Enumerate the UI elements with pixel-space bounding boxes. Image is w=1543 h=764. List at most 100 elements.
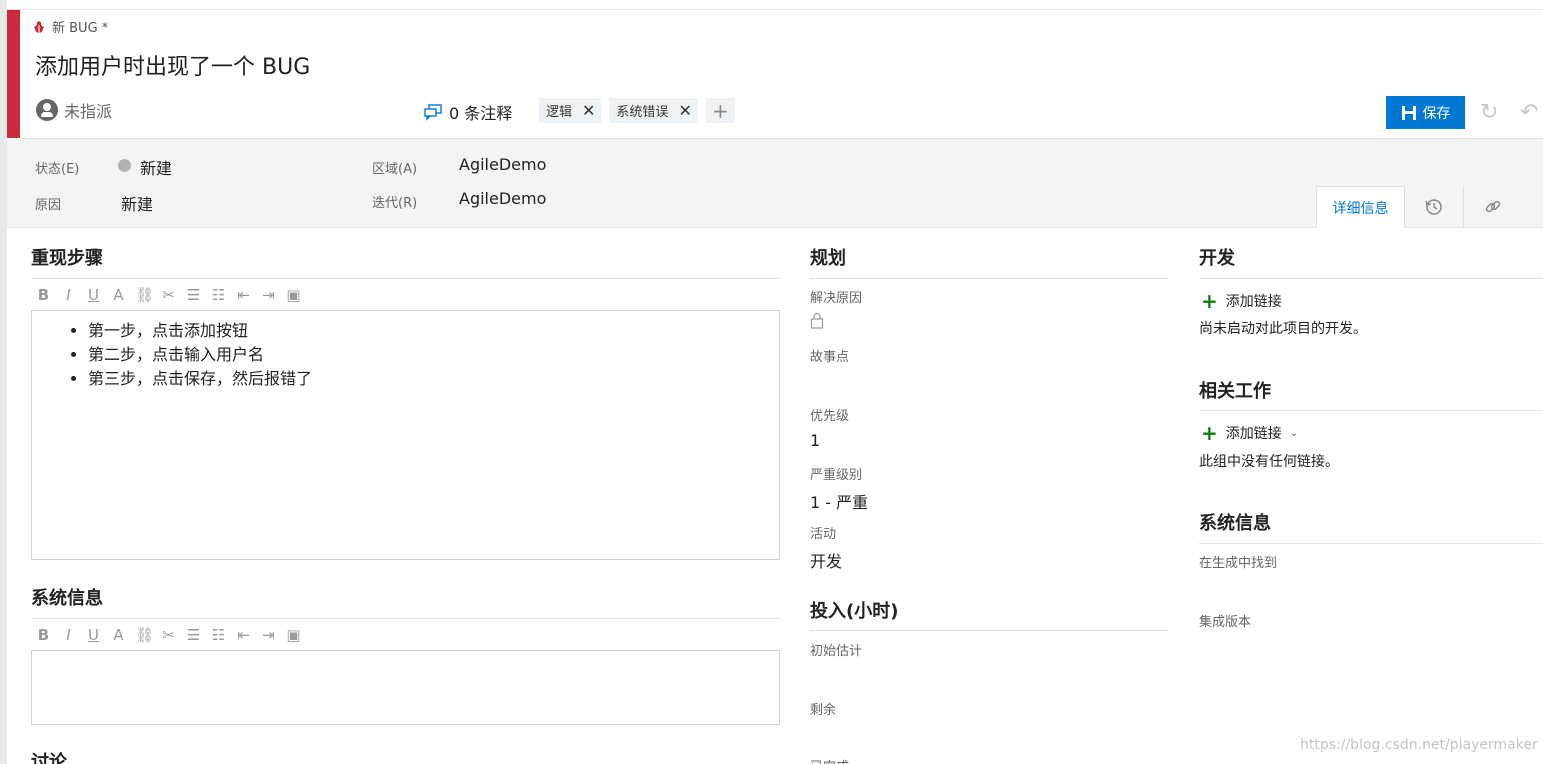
bulleted-list-icon[interactable]: ☰ (185, 626, 202, 644)
repro-steps-list: 第一步，点击添加按钮 第二步，点击输入用户名 第三步，点击保存，然后报错了 (88, 319, 779, 391)
related-work-note: 此组中没有任何链接。 (1199, 454, 1339, 470)
tag-list: 逻辑 ✕ 系统错误 ✕ + (539, 98, 735, 123)
priority-label: 优先级 (810, 409, 850, 424)
outdent-icon[interactable]: ⇤ (235, 286, 252, 304)
bulleted-list-icon[interactable]: ☰ (185, 286, 202, 304)
undo-icon[interactable]: ↶ (1520, 100, 1538, 125)
plus-icon: + (1201, 289, 1218, 313)
divider (31, 618, 780, 619)
repro-steps-heading: 重现步骤 (31, 248, 103, 269)
divider (1199, 410, 1543, 411)
comment-icon (424, 104, 442, 121)
effort-heading: 投入(小时) (810, 601, 899, 622)
divider (31, 278, 780, 279)
story-points-label: 故事点 (810, 350, 850, 365)
discussion-heading: 讨论 (31, 752, 67, 764)
state-dot-icon (118, 159, 131, 172)
development-heading: 开发 (1199, 248, 1235, 269)
assignee-label: 未指派 (64, 102, 113, 121)
planning-heading: 规划 (810, 248, 846, 269)
system-info-editor[interactable] (31, 650, 780, 725)
list-item: 第三步，点击保存，然后报错了 (88, 367, 779, 391)
reason-value[interactable]: 新建 (121, 191, 153, 215)
left-gutter (0, 0, 7, 764)
found-in-build-label: 在生成中找到 (1199, 556, 1278, 571)
highlight-icon[interactable]: A (110, 626, 127, 644)
divider (1199, 278, 1543, 279)
repro-editor-toolbar: B I U A ⛓ ✂ ☰ ☷ ⇤ ⇥ ▣ (35, 286, 302, 304)
integrated-in-build-label: 集成版本 (1199, 615, 1252, 630)
top-border (0, 0, 1543, 10)
priority-value[interactable]: 1 (810, 431, 820, 450)
core-fields-bar: 状态(E) 新建 原因 新建 区域(A) AgileDemo 迭代(R) Agi… (7, 139, 1543, 228)
assignee-picker[interactable]: 未指派 (36, 98, 112, 122)
list-item: 第一步，点击添加按钮 (88, 319, 779, 343)
insert-image-icon[interactable]: ▣ (285, 626, 302, 644)
tag-item[interactable]: 系统错误 ✕ (609, 98, 698, 123)
state-value[interactable]: 新建 (140, 155, 172, 179)
save-button[interactable]: 保存 (1386, 96, 1465, 129)
tag-label: 逻辑 (546, 105, 573, 120)
work-item-type-label: 新 BUG * (52, 21, 109, 36)
tab-links[interactable] (1463, 186, 1522, 228)
system-info-editor-toolbar: B I U A ⛓ ✂ ☰ ☷ ⇤ ⇥ ▣ (35, 626, 302, 644)
tag-label: 系统错误 (616, 105, 669, 120)
add-link-label: 添加链接 (1225, 294, 1282, 310)
bold-icon[interactable]: B (35, 286, 52, 304)
tag-remove-icon[interactable]: ✕ (582, 101, 595, 120)
tab-details[interactable]: 详细信息 (1316, 186, 1404, 228)
iteration-value[interactable]: AgileDemo (459, 189, 546, 208)
link-icon (1485, 200, 1501, 213)
outdent-icon[interactable]: ⇤ (235, 626, 252, 644)
tab-history[interactable] (1404, 186, 1463, 228)
numbered-list-icon[interactable]: ☷ (210, 626, 227, 644)
divider (810, 278, 1169, 279)
resolved-reason-label: 解决原因 (810, 291, 863, 306)
indent-icon[interactable]: ⇥ (260, 286, 277, 304)
bold-icon[interactable]: B (35, 626, 52, 644)
remove-link-icon[interactable]: ✂ (160, 626, 177, 644)
add-dev-link-button[interactable]: + 添加链接 (1201, 289, 1282, 313)
underline-icon[interactable]: U (85, 286, 102, 304)
tag-remove-icon[interactable]: ✕ (678, 101, 691, 120)
severity-value[interactable]: 1 - 严重 (810, 489, 868, 513)
remove-link-icon[interactable]: ✂ (160, 286, 177, 304)
bug-icon (33, 20, 45, 33)
comments-count: 0 条注释 (449, 104, 513, 123)
lock-icon (810, 312, 824, 329)
divider (810, 630, 1169, 631)
avatar-icon (36, 99, 58, 121)
insert-link-icon[interactable]: ⛓ (135, 286, 154, 304)
add-tag-button[interactable]: + (705, 98, 735, 123)
remaining-work-label: 剩余 (810, 703, 837, 718)
work-item-header: 新 BUG * 添加用户时出现了一个 BUG 未指派 0 条注释 逻辑 ✕ 系统… (20, 11, 1543, 139)
work-item-type: 新 BUG * (32, 17, 108, 36)
activity-value[interactable]: 开发 (810, 548, 842, 572)
italic-icon[interactable]: I (60, 626, 77, 644)
save-label: 保存 (1422, 105, 1451, 122)
indent-icon[interactable]: ⇥ (260, 626, 277, 644)
original-estimate-label: 初始估计 (810, 644, 863, 659)
iteration-label: 迭代(R) (372, 196, 418, 211)
work-item-title[interactable]: 添加用户时出现了一个 BUG (35, 49, 310, 81)
repro-steps-editor[interactable]: 第一步，点击添加按钮 第二步，点击输入用户名 第三步，点击保存，然后报错了 (31, 310, 780, 560)
underline-icon[interactable]: U (85, 626, 102, 644)
highlight-icon[interactable]: A (110, 286, 127, 304)
tag-item[interactable]: 逻辑 ✕ (539, 98, 602, 123)
numbered-list-icon[interactable]: ☷ (210, 286, 227, 304)
add-related-link-button[interactable]: + 添加链接 ⌄ (1201, 421, 1298, 445)
italic-icon[interactable]: I (60, 286, 77, 304)
insert-link-icon[interactable]: ⛓ (135, 626, 154, 644)
add-link-label: 添加链接 (1225, 426, 1282, 442)
comments-link[interactable]: 0 条注释 (423, 100, 512, 124)
refresh-icon[interactable]: ↻ (1480, 100, 1498, 125)
severity-label: 严重级别 (810, 468, 863, 483)
system-info-right-heading: 系统信息 (1199, 513, 1271, 534)
reason-label: 原因 (35, 198, 62, 213)
area-value[interactable]: AgileDemo (459, 155, 546, 174)
insert-image-icon[interactable]: ▣ (285, 286, 302, 304)
system-info-heading: 系统信息 (31, 588, 103, 609)
save-icon (1401, 105, 1416, 120)
completed-work-label: 已完成 (810, 756, 849, 764)
development-note: 尚未启动对此项目的开发。 (1199, 321, 1367, 337)
